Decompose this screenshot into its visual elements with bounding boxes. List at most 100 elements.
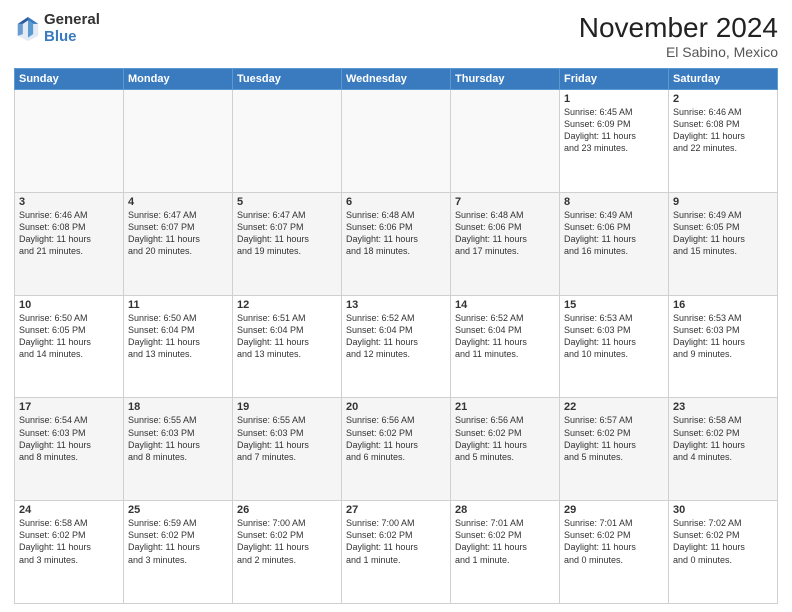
- page: General Blue November 2024 El Sabino, Me…: [0, 0, 792, 612]
- day-info: Sunrise: 7:00 AMSunset: 6:02 PMDaylight:…: [346, 517, 446, 566]
- table-row: 24Sunrise: 6:58 AMSunset: 6:02 PMDayligh…: [15, 501, 124, 604]
- table-row: [124, 90, 233, 193]
- table-row: 25Sunrise: 6:59 AMSunset: 6:02 PMDayligh…: [124, 501, 233, 604]
- table-row: 27Sunrise: 7:00 AMSunset: 6:02 PMDayligh…: [342, 501, 451, 604]
- day-info: Sunrise: 6:47 AMSunset: 6:07 PMDaylight:…: [128, 209, 228, 258]
- day-info: Sunrise: 6:56 AMSunset: 6:02 PMDaylight:…: [346, 414, 446, 463]
- day-number: 2: [673, 93, 773, 105]
- table-row: [15, 90, 124, 193]
- table-row: 8Sunrise: 6:49 AMSunset: 6:06 PMDaylight…: [560, 192, 669, 295]
- day-number: 29: [564, 504, 664, 516]
- day-number: 23: [673, 401, 773, 413]
- day-info: Sunrise: 7:02 AMSunset: 6:02 PMDaylight:…: [673, 517, 773, 566]
- day-info: Sunrise: 6:45 AMSunset: 6:09 PMDaylight:…: [564, 106, 664, 155]
- day-number: 19: [237, 401, 337, 413]
- table-row: 30Sunrise: 7:02 AMSunset: 6:02 PMDayligh…: [669, 501, 778, 604]
- table-row: 9Sunrise: 6:49 AMSunset: 6:05 PMDaylight…: [669, 192, 778, 295]
- day-info: Sunrise: 6:46 AMSunset: 6:08 PMDaylight:…: [673, 106, 773, 155]
- day-info: Sunrise: 6:55 AMSunset: 6:03 PMDaylight:…: [237, 414, 337, 463]
- table-row: 1Sunrise: 6:45 AMSunset: 6:09 PMDaylight…: [560, 90, 669, 193]
- day-info: Sunrise: 6:47 AMSunset: 6:07 PMDaylight:…: [237, 209, 337, 258]
- table-row: 17Sunrise: 6:54 AMSunset: 6:03 PMDayligh…: [15, 398, 124, 501]
- day-number: 26: [237, 504, 337, 516]
- day-number: 18: [128, 401, 228, 413]
- day-info: Sunrise: 6:50 AMSunset: 6:04 PMDaylight:…: [128, 312, 228, 361]
- header: General Blue November 2024 El Sabino, Me…: [14, 12, 778, 60]
- day-number: 3: [19, 196, 119, 208]
- table-row: 29Sunrise: 7:01 AMSunset: 6:02 PMDayligh…: [560, 501, 669, 604]
- table-row: 2Sunrise: 6:46 AMSunset: 6:08 PMDaylight…: [669, 90, 778, 193]
- day-number: 16: [673, 299, 773, 311]
- day-info: Sunrise: 6:51 AMSunset: 6:04 PMDaylight:…: [237, 312, 337, 361]
- day-number: 14: [455, 299, 555, 311]
- logo-blue: Blue: [44, 29, 100, 46]
- location: El Sabino, Mexico: [579, 44, 778, 60]
- day-number: 20: [346, 401, 446, 413]
- day-number: 10: [19, 299, 119, 311]
- day-number: 25: [128, 504, 228, 516]
- day-info: Sunrise: 7:00 AMSunset: 6:02 PMDaylight:…: [237, 517, 337, 566]
- day-info: Sunrise: 6:58 AMSunset: 6:02 PMDaylight:…: [19, 517, 119, 566]
- day-info: Sunrise: 6:50 AMSunset: 6:05 PMDaylight:…: [19, 312, 119, 361]
- day-info: Sunrise: 6:46 AMSunset: 6:08 PMDaylight:…: [19, 209, 119, 258]
- table-row: 22Sunrise: 6:57 AMSunset: 6:02 PMDayligh…: [560, 398, 669, 501]
- day-number: 4: [128, 196, 228, 208]
- day-number: 24: [19, 504, 119, 516]
- day-info: Sunrise: 6:57 AMSunset: 6:02 PMDaylight:…: [564, 414, 664, 463]
- table-row: 13Sunrise: 6:52 AMSunset: 6:04 PMDayligh…: [342, 295, 451, 398]
- day-info: Sunrise: 6:49 AMSunset: 6:06 PMDaylight:…: [564, 209, 664, 258]
- table-row: 16Sunrise: 6:53 AMSunset: 6:03 PMDayligh…: [669, 295, 778, 398]
- col-thursday: Thursday: [451, 69, 560, 90]
- calendar-week-row: 24Sunrise: 6:58 AMSunset: 6:02 PMDayligh…: [15, 501, 778, 604]
- table-row: 28Sunrise: 7:01 AMSunset: 6:02 PMDayligh…: [451, 501, 560, 604]
- day-info: Sunrise: 6:52 AMSunset: 6:04 PMDaylight:…: [346, 312, 446, 361]
- table-row: 7Sunrise: 6:48 AMSunset: 6:06 PMDaylight…: [451, 192, 560, 295]
- table-row: 5Sunrise: 6:47 AMSunset: 6:07 PMDaylight…: [233, 192, 342, 295]
- day-number: 12: [237, 299, 337, 311]
- table-row: 23Sunrise: 6:58 AMSunset: 6:02 PMDayligh…: [669, 398, 778, 501]
- day-info: Sunrise: 7:01 AMSunset: 6:02 PMDaylight:…: [564, 517, 664, 566]
- col-friday: Friday: [560, 69, 669, 90]
- day-number: 17: [19, 401, 119, 413]
- day-number: 7: [455, 196, 555, 208]
- day-info: Sunrise: 6:53 AMSunset: 6:03 PMDaylight:…: [673, 312, 773, 361]
- day-info: Sunrise: 6:52 AMSunset: 6:04 PMDaylight:…: [455, 312, 555, 361]
- day-number: 5: [237, 196, 337, 208]
- day-info: Sunrise: 6:53 AMSunset: 6:03 PMDaylight:…: [564, 312, 664, 361]
- day-number: 28: [455, 504, 555, 516]
- calendar-week-row: 10Sunrise: 6:50 AMSunset: 6:05 PMDayligh…: [15, 295, 778, 398]
- day-info: Sunrise: 6:48 AMSunset: 6:06 PMDaylight:…: [346, 209, 446, 258]
- day-info: Sunrise: 6:59 AMSunset: 6:02 PMDaylight:…: [128, 517, 228, 566]
- table-row: 18Sunrise: 6:55 AMSunset: 6:03 PMDayligh…: [124, 398, 233, 501]
- day-number: 15: [564, 299, 664, 311]
- table-row: [342, 90, 451, 193]
- day-number: 6: [346, 196, 446, 208]
- col-sunday: Sunday: [15, 69, 124, 90]
- day-info: Sunrise: 6:58 AMSunset: 6:02 PMDaylight:…: [673, 414, 773, 463]
- day-info: Sunrise: 6:49 AMSunset: 6:05 PMDaylight:…: [673, 209, 773, 258]
- table-row: 12Sunrise: 6:51 AMSunset: 6:04 PMDayligh…: [233, 295, 342, 398]
- calendar-week-row: 1Sunrise: 6:45 AMSunset: 6:09 PMDaylight…: [15, 90, 778, 193]
- table-row: 14Sunrise: 6:52 AMSunset: 6:04 PMDayligh…: [451, 295, 560, 398]
- col-saturday: Saturday: [669, 69, 778, 90]
- day-info: Sunrise: 6:56 AMSunset: 6:02 PMDaylight:…: [455, 414, 555, 463]
- logo: General Blue: [14, 12, 100, 45]
- day-number: 1: [564, 93, 664, 105]
- calendar-table: Sunday Monday Tuesday Wednesday Thursday…: [14, 68, 778, 604]
- logo-text: General Blue: [44, 12, 100, 45]
- calendar-week-row: 17Sunrise: 6:54 AMSunset: 6:03 PMDayligh…: [15, 398, 778, 501]
- day-info: Sunrise: 6:48 AMSunset: 6:06 PMDaylight:…: [455, 209, 555, 258]
- table-row: 26Sunrise: 7:00 AMSunset: 6:02 PMDayligh…: [233, 501, 342, 604]
- day-number: 11: [128, 299, 228, 311]
- day-number: 9: [673, 196, 773, 208]
- table-row: 4Sunrise: 6:47 AMSunset: 6:07 PMDaylight…: [124, 192, 233, 295]
- table-row: 10Sunrise: 6:50 AMSunset: 6:05 PMDayligh…: [15, 295, 124, 398]
- table-row: 19Sunrise: 6:55 AMSunset: 6:03 PMDayligh…: [233, 398, 342, 501]
- table-row: 20Sunrise: 6:56 AMSunset: 6:02 PMDayligh…: [342, 398, 451, 501]
- table-row: 21Sunrise: 6:56 AMSunset: 6:02 PMDayligh…: [451, 398, 560, 501]
- table-row: [451, 90, 560, 193]
- table-row: 15Sunrise: 6:53 AMSunset: 6:03 PMDayligh…: [560, 295, 669, 398]
- day-info: Sunrise: 6:54 AMSunset: 6:03 PMDaylight:…: [19, 414, 119, 463]
- day-number: 22: [564, 401, 664, 413]
- month-title: November 2024: [579, 12, 778, 44]
